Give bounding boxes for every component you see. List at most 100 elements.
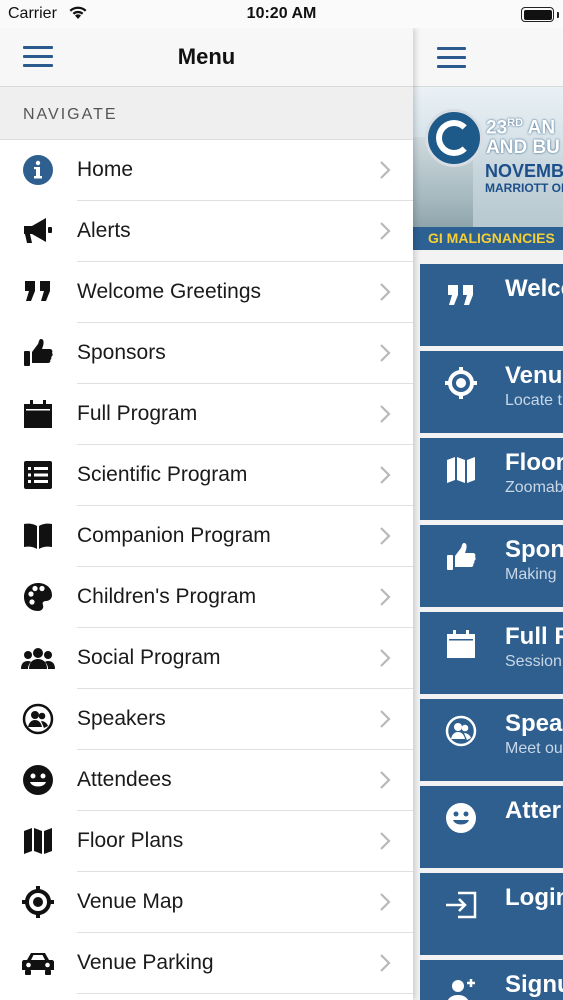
menu-item-companion-program[interactable]: Companion Program [0, 506, 413, 567]
menu-item-label: Sponsors [77, 341, 166, 364]
chevron-right-icon [379, 221, 391, 241]
menu-item-attendees[interactable]: Attendees [0, 750, 413, 811]
quote-icon [21, 275, 55, 309]
menu-item-label: Venue Map [77, 890, 184, 913]
crosshairs-icon [441, 363, 481, 403]
chevron-right-icon [379, 953, 391, 973]
menu-item-label: Children's Program [77, 585, 257, 608]
menu-item-label: Alerts [77, 219, 131, 242]
menu-item-label: Social Program [77, 646, 221, 669]
list-icon [21, 458, 55, 492]
book-icon [21, 519, 55, 553]
speakers-icon [21, 702, 55, 736]
menu-item-label: Full Program [77, 402, 198, 425]
row-divider [77, 993, 413, 994]
menu-item-full-program[interactable]: Full Program [0, 384, 413, 445]
tile-title: Login [505, 884, 563, 911]
menu-item-label: Scientific Program [77, 463, 248, 486]
chevron-right-icon [379, 892, 391, 912]
home-screen: 23RD AN AND BU NOVEMB MARRIOTT ON GI MAL… [413, 28, 563, 1000]
section-header-navigate: NAVIGATE [0, 87, 413, 140]
chevron-right-icon [379, 770, 391, 790]
tile-subtitle: Meet ou [505, 740, 563, 757]
chevron-right-icon [379, 343, 391, 363]
smiley-icon [21, 763, 55, 797]
menu-item-sponsors[interactable]: Sponsors [0, 323, 413, 384]
home-tile[interactable]: Venu Locate t [420, 351, 563, 433]
battery-icon [521, 7, 554, 22]
chevron-right-icon [379, 160, 391, 180]
chevron-right-icon [379, 587, 391, 607]
menu-item-label: Home [77, 158, 134, 181]
chevron-right-icon [379, 831, 391, 851]
home-tile[interactable]: Full P Session [420, 612, 563, 694]
menu-item-label: Welcome Greetings [77, 280, 262, 303]
banner-date: NOVEMB [485, 161, 563, 181]
map-icon [441, 450, 481, 490]
menu-item-label: Companion Program [77, 524, 271, 547]
tile-title: Spea [505, 710, 563, 737]
tile-title: Venu [505, 362, 563, 389]
map-icon [21, 824, 55, 858]
home-tile[interactable]: Floor Zoomab [420, 438, 563, 520]
menu-item-social-program[interactable]: Social Program [0, 628, 413, 689]
home-tile[interactable]: Welco [420, 264, 563, 346]
home-header [413, 28, 563, 87]
home-tile[interactable]: Atter [420, 786, 563, 868]
tile-title: Welco [505, 275, 563, 302]
chevron-right-icon [379, 709, 391, 729]
car-icon [21, 946, 55, 980]
login-icon [441, 885, 481, 925]
tile-subtitle: Zoomab [505, 479, 563, 496]
chevron-right-icon [379, 282, 391, 302]
banner-title: 23RD AN AND BU [486, 117, 560, 159]
battery-tip [556, 12, 559, 18]
megaphone-icon [21, 214, 55, 248]
event-banner: 23RD AN AND BU NOVEMB MARRIOTT ON GI MAL… [413, 87, 563, 250]
calendar-icon [441, 624, 481, 664]
tile-title: Full P [505, 623, 563, 650]
menu-item-label: Floor Plans [77, 829, 184, 852]
tile-subtitle: Locate t [505, 392, 562, 409]
menu-item-speakers[interactable]: Speakers [0, 689, 413, 750]
menu-item-venue-map[interactable]: Venue Map [0, 872, 413, 933]
info-icon [21, 153, 55, 187]
home-tile[interactable]: Spon Making [420, 525, 563, 607]
chevron-right-icon [379, 404, 391, 424]
drawer-header: Menu [0, 28, 413, 87]
banner-venue: MARRIOTT ON [485, 181, 563, 195]
tile-title: Floor [505, 449, 563, 476]
hamburger-icon[interactable] [437, 47, 466, 69]
clock: 10:20 AM [246, 5, 317, 22]
thumbs-up-icon [21, 336, 55, 370]
menu-item-scientific-program[interactable]: Scientific Program [0, 445, 413, 506]
home-tile[interactable]: Login [420, 873, 563, 955]
tile-subtitle: Making [505, 566, 557, 583]
menu-item-venue-parking[interactable]: Venue Parking [0, 933, 413, 994]
status-bar: Carrier 10:20 AM [0, 0, 563, 28]
calendar-icon [21, 397, 55, 431]
tile-title: Signu [505, 971, 563, 998]
drawer-title: Menu [177, 44, 236, 69]
menu-item-alerts[interactable]: Alerts [0, 201, 413, 262]
association-logo [425, 109, 483, 167]
menu-item-home[interactable]: Home [0, 140, 413, 201]
group-icon [21, 641, 55, 675]
quote-icon [441, 276, 481, 316]
side-drawer: Menu NAVIGATE Home Alerts Welcome Greeting… [0, 28, 413, 1000]
menu-item-children-s-program[interactable]: Children's Program [0, 567, 413, 628]
speakers-icon [441, 711, 481, 751]
home-tile[interactable]: Spea Meet ou [420, 699, 563, 781]
thumbs-up-icon [441, 537, 481, 577]
signup-icon [441, 972, 481, 1000]
tile-title: Atter [505, 797, 562, 824]
tile-title: Spon [505, 536, 563, 563]
menu-item-floor-plans[interactable]: Floor Plans [0, 811, 413, 872]
banner-strip: GI MALIGNANCIES [413, 227, 563, 250]
chevron-right-icon [379, 465, 391, 485]
chevron-right-icon [379, 648, 391, 668]
home-tile[interactable]: Signu [420, 960, 563, 1000]
menu-list: Home Alerts Welcome Greetings Sponsors Full … [0, 140, 413, 994]
menu-item-label: Venue Parking [77, 951, 214, 974]
menu-item-welcome-greetings[interactable]: Welcome Greetings [0, 262, 413, 323]
